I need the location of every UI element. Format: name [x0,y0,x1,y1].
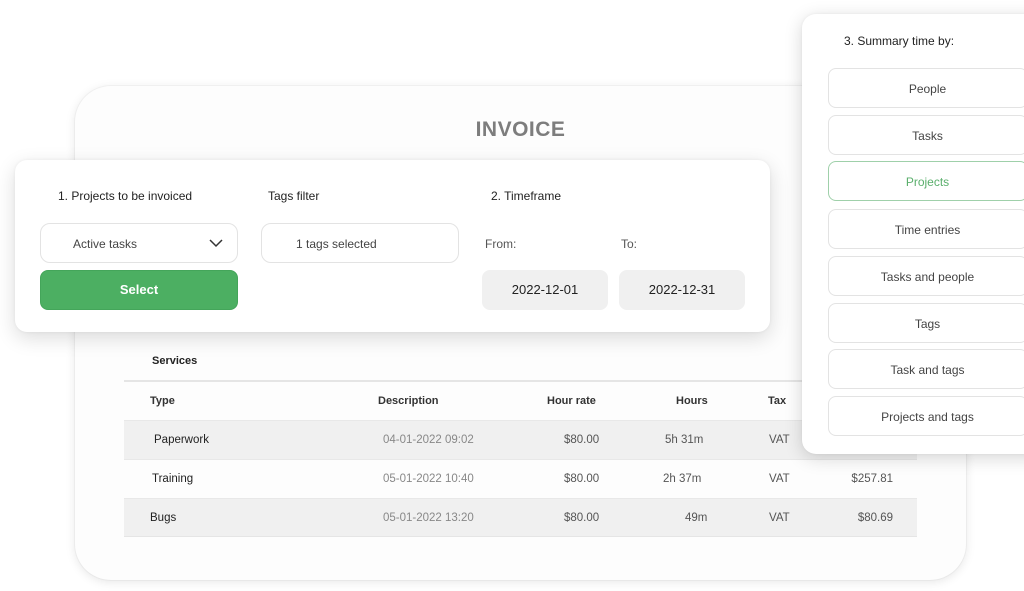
summary-option-people[interactable]: People [828,68,1024,108]
summary-option-projects-and-tags[interactable]: Projects and tags [828,396,1024,436]
cell-description: 05-01-2022 13:20 [383,511,474,524]
summary-option-label: Tasks [912,129,943,143]
cell-tax: VAT [769,473,790,485]
summary-panel: 3. Summary time by: People Tasks Project… [802,14,1024,454]
cell-type: Bugs [150,511,177,524]
table-row: Paperwork 04-01-2022 09:02 $80.00 5h 31m… [124,420,917,459]
services-section-label: Services [152,355,198,367]
cell-type: Training [152,473,194,485]
cell-hour-rate: $80.00 [564,434,600,446]
column-header-hour-rate: Hour rate [547,395,596,407]
table-header: Type Description Hour rate Hours Tax [124,380,917,420]
cell-tax: VAT [769,434,790,446]
tags-filter-label: Tags filter [268,189,320,203]
projects-dropdown[interactable]: Active tasks [40,223,238,263]
summary-option-tasks-and-people[interactable]: Tasks and people [828,256,1024,296]
from-label: From: [485,237,517,251]
select-button[interactable]: Select [40,270,238,310]
summary-option-time-entries[interactable]: Time entries [828,209,1024,249]
cell-hour-rate: $80.00 [564,511,600,524]
timeframe-label: 2. Timeframe [491,189,562,203]
cell-hours: 5h 31m [665,434,704,446]
cell-tax: VAT [769,511,790,524]
from-date-field[interactable]: 2022-12-01 [482,270,608,310]
tags-filter-value: 1 tags selected [296,237,377,251]
column-header-type: Type [150,395,175,407]
summary-option-task-and-tags[interactable]: Task and tags [828,349,1024,389]
table-row: Bugs 05-01-2022 13:20 $80.00 49m VAT $80… [124,498,917,537]
chevron-down-icon [209,239,223,248]
summary-option-projects[interactable]: Projects [828,161,1024,201]
filter-panel: 1. Projects to be invoiced Active tasks … [15,160,770,332]
tags-filter-field[interactable]: 1 tags selected [261,223,459,263]
cell-description: 05-01-2022 10:40 [383,473,474,485]
projects-dropdown-value: Active tasks [73,237,138,251]
summary-option-label: Task and tags [890,363,965,377]
table-row: Training 05-01-2022 10:40 $80.00 2h 37m … [124,459,917,498]
cell-description: 04-01-2022 09:02 [383,434,474,446]
summary-option-tasks[interactable]: Tasks [828,115,1024,155]
to-date-field[interactable]: 2022-12-31 [619,270,745,310]
cell-hours: 49m [685,511,708,524]
services-table: Type Description Hour rate Hours Tax Pap… [124,380,917,537]
summary-option-tags[interactable]: Tags [828,303,1024,343]
column-header-tax: Tax [768,395,787,407]
cell-type: Paperwork [154,434,209,446]
summary-option-label: Projects and tags [881,410,974,424]
cell-hour-rate: $80.00 [564,473,600,485]
summary-option-label: Time entries [894,223,961,237]
cell-total: $257.81 [851,473,893,485]
cell-hours: 2h 37m [663,473,702,485]
projects-label: 1. Projects to be invoiced [58,189,193,203]
summary-option-label: Projects [905,175,950,189]
summary-option-label: Tags [914,317,941,331]
summary-title: 3. Summary time by: [844,34,955,48]
cell-total: $80.69 [857,511,893,524]
summary-option-label: Tasks and people [880,270,975,284]
column-header-hours: Hours [676,395,708,407]
to-label: To: [621,237,638,251]
column-header-description: Description [378,395,439,407]
summary-option-label: People [908,82,947,96]
